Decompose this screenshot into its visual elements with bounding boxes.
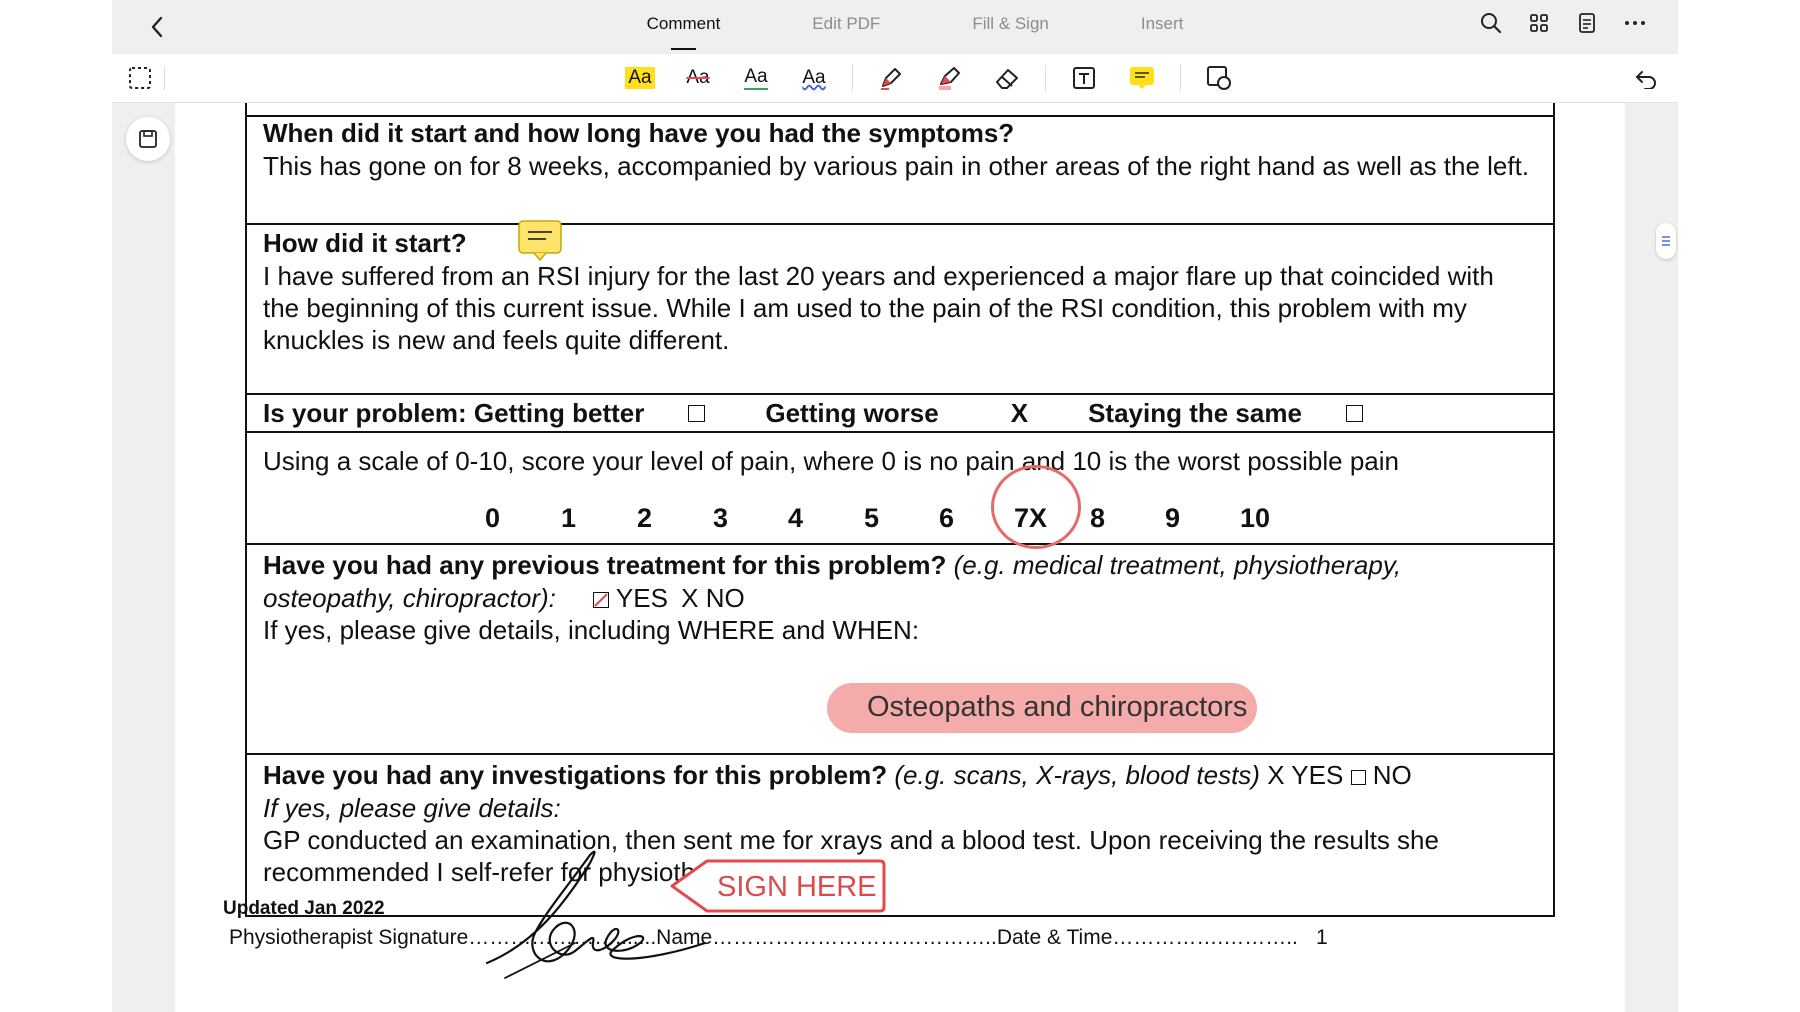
sign-here-stamp[interactable]: SIGN HERE [667, 858, 887, 919]
table-row: Using a scale of 0-10, score your level … [245, 433, 1555, 549]
pen-icon[interactable] [871, 62, 911, 94]
signature-line: Physiotherapist Signature………………….......N… [223, 926, 1423, 950]
highlighter-icon[interactable] [929, 62, 969, 94]
checkbox-investigations-no[interactable] [1350, 769, 1366, 785]
question-investigations: Have you had any investigations for this… [263, 760, 888, 790]
question-how-started: How did it start? [263, 228, 467, 258]
checkbox-getting-better[interactable] [688, 404, 706, 422]
pain-scale: 0 1 2 3 4 5 6 7X 8 9 10 [247, 503, 1553, 543]
toolbar-divider [1045, 65, 1046, 91]
squiggly-tool[interactable]: Aa [794, 62, 834, 94]
answer-how-started[interactable]: I have suffered from an RSI injury for t… [263, 260, 1537, 356]
scale-value[interactable]: 9 [1165, 503, 1180, 534]
highlight-text-tool[interactable]: Aa [620, 62, 660, 94]
tab-fill-sign[interactable]: Fill & Sign [972, 0, 1049, 54]
eraser-icon[interactable] [987, 62, 1027, 94]
table-row: Is your problem: Getting better Getting … [245, 395, 1555, 433]
page-number: 1 [1316, 926, 1328, 949]
scale-value[interactable]: 1 [561, 503, 576, 534]
shapes-icon[interactable] [1199, 62, 1239, 94]
undo-icon[interactable] [1632, 66, 1660, 92]
scale-value[interactable]: 10 [1240, 503, 1270, 534]
more-icon[interactable] [1622, 10, 1648, 36]
treatment-details-label: If yes, please give details, including W… [263, 615, 920, 645]
table-row: Have you had any previous treatment for … [245, 545, 1555, 755]
scale-value[interactable]: 4 [788, 503, 803, 534]
investigations-answer[interactable]: GP conducted an examination, then sent m… [263, 824, 1537, 888]
highlight-text-label: Aa [625, 67, 655, 89]
scale-value[interactable]: 3 [713, 503, 728, 534]
text-box-icon[interactable] [1064, 62, 1104, 94]
annotation-toolbar: Aa Aa Aa Aa [112, 54, 1678, 103]
problem-label: Is your problem: Getting better [263, 397, 645, 428]
treatment-yes-label: YES [615, 583, 668, 613]
tab-edit-pdf[interactable]: Edit PDF [812, 0, 880, 54]
sticky-note-annotation-icon[interactable] [517, 219, 562, 262]
table-row: Have you had any investigations for this… [245, 755, 1555, 917]
toolbar-divider [852, 65, 853, 91]
toolbar-divider [164, 66, 165, 90]
scale-value[interactable]: 0 [485, 503, 500, 534]
pain-scale-prompt: Using a scale of 0-10, score your level … [263, 446, 1399, 476]
tab-insert[interactable]: Insert [1141, 0, 1184, 54]
checkbox-treatment-yes[interactable] [593, 592, 610, 609]
investigations-hint: (e.g. scans, X-rays, blood tests) [894, 760, 1260, 790]
toolbar-divider [1180, 65, 1181, 91]
checkbox-staying-same[interactable] [1345, 404, 1363, 422]
investigations-yes-label: X YES [1267, 760, 1344, 790]
outline-icon[interactable] [1574, 10, 1600, 36]
sign-here-label: SIGN HERE [717, 871, 877, 903]
scale-value[interactable]: 6 [939, 503, 954, 534]
scale-value[interactable]: 5 [864, 503, 879, 534]
search-icon[interactable] [1478, 10, 1504, 36]
underline-tool[interactable]: Aa [736, 62, 776, 94]
mode-tabs: Comment Edit PDF Fill & Sign Insert [112, 0, 1678, 54]
sticky-note-icon[interactable] [1122, 62, 1162, 94]
question-start-duration: When did it start and how long have you … [263, 118, 1015, 148]
intake-form: When did it start and how long have you … [245, 103, 1555, 917]
strikethrough-label: Aa [686, 67, 710, 88]
selection-icon[interactable] [126, 64, 154, 92]
scale-value[interactable]: 8 [1090, 503, 1105, 534]
problem-worse-mark[interactable]: X [1011, 398, 1028, 429]
question-previous-treatment: Have you had any previous treatment for … [263, 550, 947, 580]
investigations-no-label: NO [1372, 760, 1412, 790]
scroll-handle[interactable] [1656, 223, 1676, 259]
save-icon[interactable] [126, 117, 170, 161]
document-viewport: When did it start and how long have you … [112, 103, 1678, 1012]
pdf-app: Comment Edit PDF Fill & Sign Insert Aa A… [112, 0, 1678, 1012]
treatment-no-label: X NO [681, 583, 745, 613]
circle-annotation[interactable] [991, 465, 1081, 549]
table-row: How did it start? I have suffered from a… [245, 220, 1555, 395]
squiggly-label: Aa [802, 67, 826, 88]
table-row [245, 103, 1555, 117]
pdf-page: When did it start and how long have you … [175, 103, 1625, 1012]
strikethrough-tool[interactable]: Aa [678, 62, 718, 94]
tab-comment[interactable]: Comment [647, 0, 720, 54]
top-bar: Comment Edit PDF Fill & Sign Insert [112, 0, 1678, 54]
underline-label: Aa [744, 66, 768, 90]
treatment-answer[interactable]: Osteopaths and chiropractors [867, 691, 1247, 724]
problem-worse-label: Getting worse [765, 397, 939, 428]
signature-line-text: Physiotherapist Signature………………….......N… [229, 926, 1298, 949]
problem-same-label: Staying the same [1088, 397, 1302, 428]
scale-value[interactable]: 2 [637, 503, 652, 534]
table-row: When did it start and how long have you … [245, 117, 1555, 225]
investigations-details-label: If yes, please give details: [263, 793, 561, 823]
answer-start-duration[interactable]: This has gone on for 8 weeks, accompanie… [263, 150, 1537, 182]
grid-view-icon[interactable] [1526, 10, 1552, 36]
